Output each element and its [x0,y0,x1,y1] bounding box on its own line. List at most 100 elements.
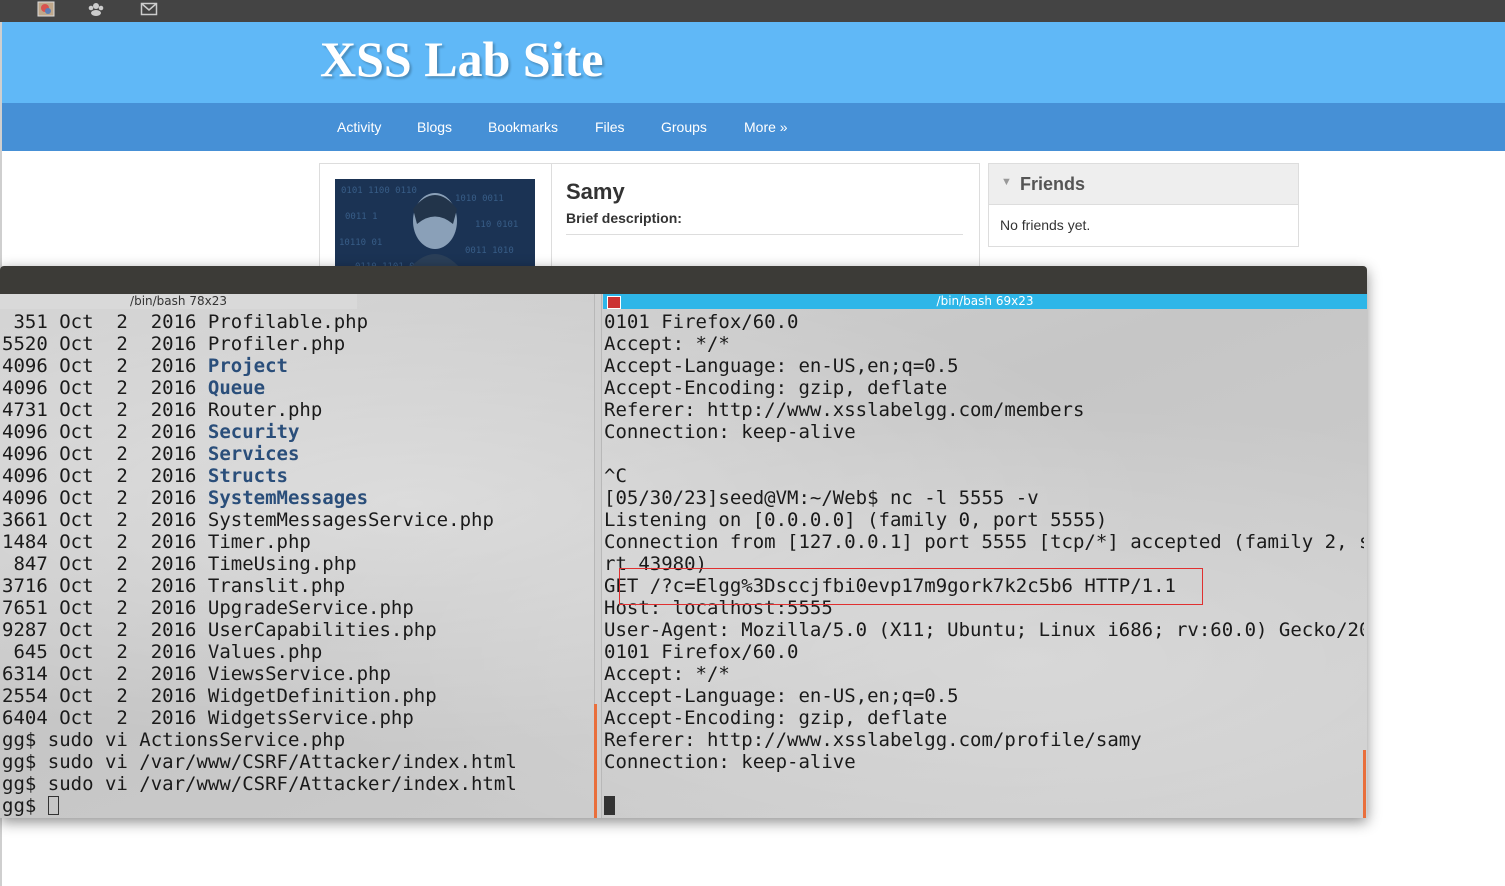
terminal-line: User-Agent: Mozilla/5.0 (X11; Ubuntu; Li… [604,619,1364,641]
avatar[interactable]: 0101 1100 0110 1010 0011 0011 1 110 0101… [335,179,535,274]
terminal-line: Connection: keep-alive [604,421,856,443]
terminal-line-meta: 3716 Oct 2 2016 [2,575,208,597]
terminal-line: Accept-Encoding: gzip, deflate [604,377,948,399]
file-name: WidgetDefinition.php [207,685,437,707]
file-name: Profiler.php [207,333,346,355]
friends-header[interactable]: ▼ Friends [989,164,1298,205]
left-pane-title: /bin/bash 78x23 [0,294,357,309]
terminal-line: 1484 Oct 2 2016 Timer.php [2,531,594,553]
terminal-line-meta: 4096 Oct 2 2016 [2,355,208,377]
file-name: WidgetsService.php [207,707,414,729]
terminal-line: Connection: keep-alive [604,751,856,773]
highlight-annotation [619,568,1203,605]
terminal-line: 4096 Oct 2 2016 Services [2,443,594,465]
terminal-line: Accept-Encoding: gzip, deflate [604,707,948,729]
site-header: XSS Lab Site [2,22,1505,103]
terminal-line: ^C [604,465,627,487]
terminal-prompt[interactable]: gg$ [2,795,594,817]
terminal-line: Listening on [0.0.0.0] (family 0, port 5… [604,509,1108,531]
terminal-line: 7651 Oct 2 2016 UpgradeService.php [2,597,594,619]
site-nav: Activity Blogs Bookmarks Files Groups Mo… [2,103,1505,151]
terminal-line: 847 Oct 2 2016 TimeUsing.php [2,553,594,575]
terminal-line-meta: 5520 Oct 2 2016 [2,333,208,355]
terminal-line-meta: 7651 Oct 2 2016 [2,597,208,619]
terminal-line: 0101 Firefox/60.0 [604,311,799,333]
terminal-line-meta: 3661 Oct 2 2016 [2,509,208,531]
svg-text:110 0101: 110 0101 [475,220,518,230]
svg-text:0011 1: 0011 1 [345,212,378,222]
caret-down-icon[interactable]: ▼ [1001,176,1012,188]
svg-text:1010 0011: 1010 0011 [455,194,504,204]
terminal-line-meta: 4731 Oct 2 2016 [2,399,208,421]
file-name: ViewsService.php [207,663,391,685]
nav-files[interactable]: Files [595,119,625,135]
right-pane-title[interactable]: /bin/bash 69x23 [603,294,1367,309]
top-bar [0,0,1505,22]
terminal-line: Accept: */* [604,333,730,355]
friends-empty-text: No friends yet. [1000,217,1091,233]
right-terminal-output[interactable]: 0101 Firefox/60.0 Accept: */* Accept-Langu… [604,311,1364,817]
profile-card: 0101 1100 0110 1010 0011 0011 1 110 0101… [319,163,980,275]
file-name: TimeUsing.php [207,553,357,575]
terminal-line: Accept: */* [604,663,730,685]
prompt-text: gg$ [2,795,48,817]
site-title[interactable]: XSS Lab Site [320,30,603,88]
terminal-line-meta: 6404 Oct 2 2016 [2,707,208,729]
file-name: UserCapabilities.php [207,619,437,641]
terminal-line-meta: 4096 Oct 2 2016 [2,421,208,443]
terminal-line-meta: 847 Oct 2 2016 [2,553,208,575]
directory-name: Project [207,355,288,377]
nav-bookmarks[interactable]: Bookmarks [488,119,558,135]
file-name: SystemMessagesService.php [207,509,494,531]
directory-name: Queue [207,377,266,399]
terminal-icon [607,296,621,309]
terminal-line: 351 Oct 2 2016 Profilable.php [2,311,594,333]
terminal-line-meta: 4096 Oct 2 2016 [2,443,208,465]
terminal-line: 4096 Oct 2 2016 Security [2,421,594,443]
terminal-line-meta: 645 Oct 2 2016 [2,641,208,663]
terminal-line: 5520 Oct 2 2016 Profiler.php [2,333,594,355]
mail-icon[interactable] [140,1,158,17]
file-name: Router.php [207,399,323,421]
nav-blogs[interactable]: Blogs [417,119,452,135]
nav-activity[interactable]: Activity [337,119,381,135]
file-name: UpgradeService.php [207,597,414,619]
svg-text:0011 1010: 0011 1010 [465,246,514,256]
app-icon[interactable] [37,1,55,17]
terminal-line: Accept-Language: en-US,en;q=0.5 [604,685,959,707]
svg-text:10110 01: 10110 01 [339,238,382,248]
nav-groups[interactable]: Groups [661,119,707,135]
terminal-line: gg$ sudo vi /var/www/CSRF/Attacker/index… [2,751,594,773]
terminal-line-meta: 4096 Oct 2 2016 [2,377,208,399]
directory-name: SystemMessages [207,487,369,509]
profile-name: Samy [566,179,625,204]
terminal-line: [05/30/23]seed@VM:~/Web$ nc -l 5555 -v [604,487,1039,509]
terminal-line-meta: 6314 Oct 2 2016 [2,663,208,685]
file-name: Profilable.php [207,311,369,333]
terminal-line-meta: 351 Oct 2 2016 [2,311,208,333]
terminal-line: Referer: http://www.xsslabelgg.com/profi… [604,729,1142,751]
terminal-line: gg$ sudo vi /var/www/CSRF/Attacker/index… [2,773,594,795]
directory-name: Security [207,421,300,443]
divider [566,234,963,235]
left-pane-scroll-edge[interactable] [594,704,597,818]
brief-description-label: Brief description: [566,210,682,226]
terminal-line: gg$ sudo vi ActionsService.php [2,729,594,751]
terminal-line-meta: gg$ sudo vi ActionsService.php [2,729,346,751]
file-name: Translit.php [207,575,346,597]
terminal-line: Connection from [127.0.0.1] port 5555 [t… [604,531,1364,553]
terminal-prompt[interactable] [604,795,1364,817]
terminal-line-meta: 1484 Oct 2 2016 [2,531,208,553]
terminal-line: 6314 Oct 2 2016 ViewsService.php [2,663,594,685]
terminal-line: 2554 Oct 2 2016 WidgetDefinition.php [2,685,594,707]
terminal-line-meta: 4096 Oct 2 2016 [2,487,208,509]
people-icon[interactable] [87,1,105,17]
friends-title: Friends [1020,174,1086,194]
terminal-line: Accept-Language: en-US,en;q=0.5 [604,355,959,377]
directory-name: Services [207,443,300,465]
directory-name: Structs [207,465,288,487]
file-name: Values.php [207,641,323,663]
left-terminal-output[interactable]: 351 Oct 2 2016 Profilable.php 5520 Oct 2 … [2,311,594,817]
nav-more[interactable]: More » [744,119,788,135]
